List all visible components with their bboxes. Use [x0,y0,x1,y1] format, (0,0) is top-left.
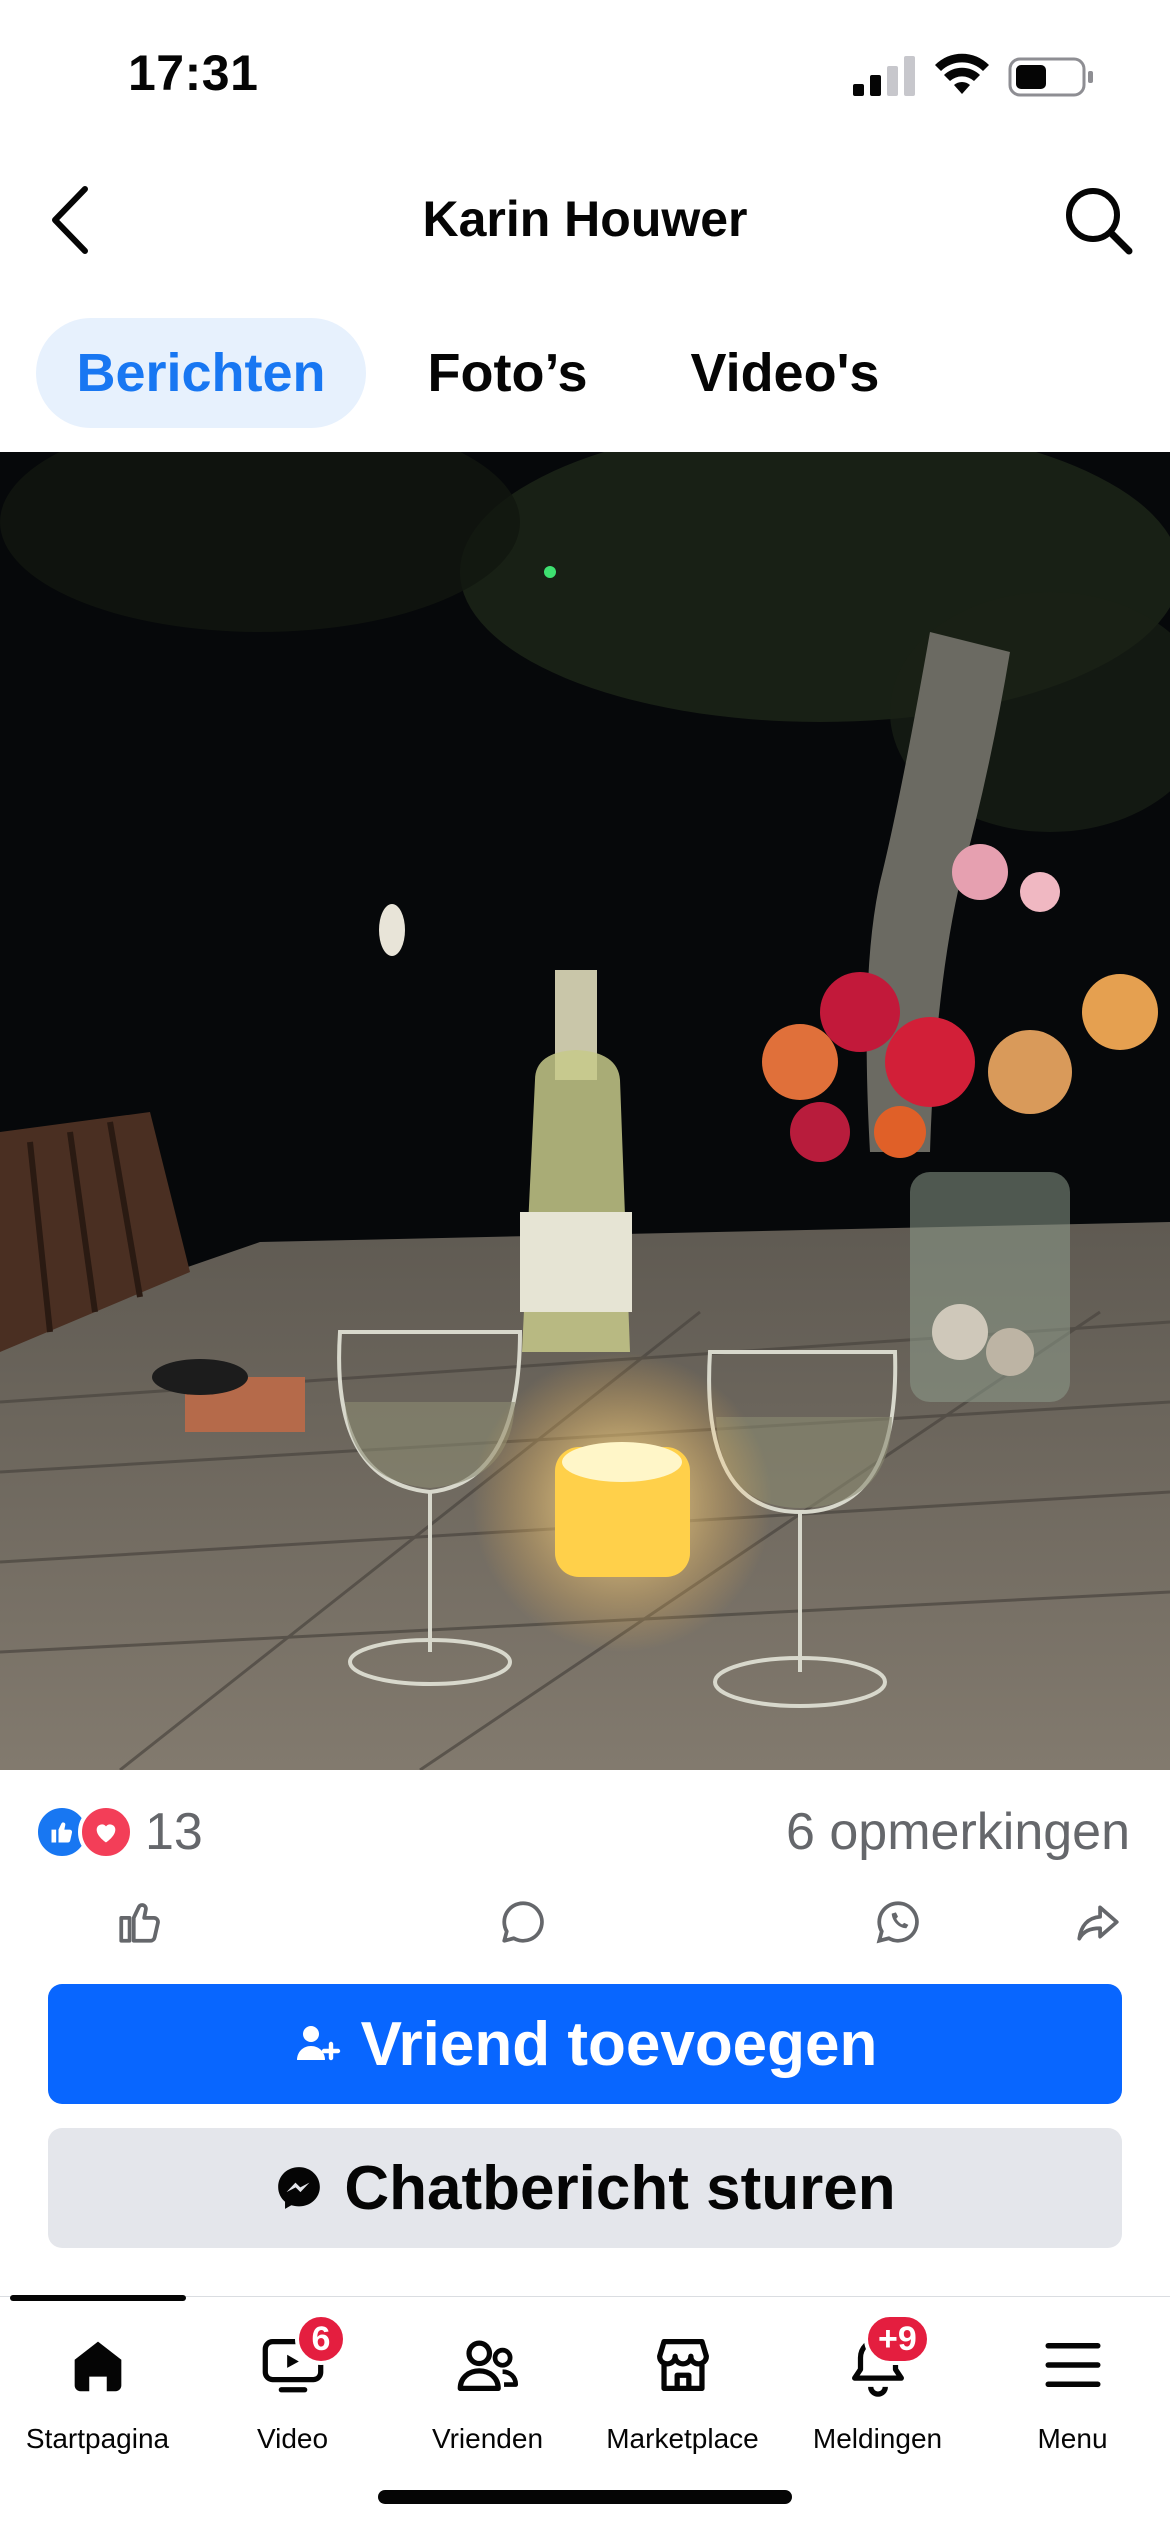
battery-icon [1008,57,1093,97]
home-icon [60,2327,136,2403]
reaction-icons[interactable] [34,1804,134,1860]
love-reaction-icon [78,1804,134,1860]
notifications-badge: +9 [864,2313,931,2365]
add-friend-icon [296,2026,340,2061]
messenger-icon [278,2167,321,2209]
whatsapp-icon[interactable] [868,1894,928,1950]
nav-startpagina[interactable]: Startpagina [0,2327,195,2477]
search-icon [1066,188,1133,255]
status-time: 17:31 [128,45,259,101]
marketplace-icon [645,2327,721,2403]
share-icon[interactable] [1068,1894,1128,1950]
add-friend-label: Vriend toevoegen [360,2009,878,2079]
like-icon[interactable] [110,1894,170,1950]
video-badge: 6 [295,2313,347,2365]
post-photo[interactable] [0,452,1170,1770]
nav-menu[interactable]: Menu [975,2327,1170,2477]
active-tab-indicator [10,2295,186,2301]
add-friend-button[interactable]: Vriend toevoegen [48,1984,1122,2104]
wifi-icon [935,53,989,94]
send-message-button[interactable]: Chatbericht sturen [48,2128,1122,2248]
signal-icon [853,56,915,96]
post-actions [0,1890,1170,1960]
profile-tabs: Berichten Foto’s Video's [0,318,1170,430]
nav-label: Video [256,2423,329,2454]
nav-meldingen[interactable]: +9 Meldingen [780,2313,975,2477]
page-title: Karin Houwer [422,191,748,247]
search-button[interactable] [1058,180,1138,260]
profile-header: Karin Houwer [0,150,1170,290]
nav-label: Startpagina [25,2423,170,2454]
nav-label: Marketplace [606,2423,759,2454]
reactions-row: 13 6 opmerkingen [0,1790,1170,1880]
menu-icon [1035,2327,1111,2403]
status-bar: 17:31 [0,0,1170,150]
nav-label: Meldingen [812,2423,943,2454]
send-message-label: Chatbericht sturen [344,2153,896,2223]
nav-label: Menu [1037,2423,1108,2454]
comment-icon[interactable] [493,1894,553,1950]
nav-vrienden[interactable]: Vrienden [390,2327,585,2477]
tab-berichten[interactable]: Berichten [36,318,366,428]
nav-video[interactable]: 6 Video [195,2313,390,2477]
home-indicator [378,2490,792,2504]
tab-videos[interactable]: Video's [660,318,910,428]
tab-fotos[interactable]: Foto’s [400,318,615,428]
nav-marketplace[interactable]: Marketplace [585,2327,780,2477]
reaction-count[interactable]: 13 [145,1802,203,1862]
comment-count[interactable]: 6 opmerkingen [786,1802,1130,1862]
friends-icon [450,2327,526,2403]
nav-label: Vrienden [431,2423,544,2454]
